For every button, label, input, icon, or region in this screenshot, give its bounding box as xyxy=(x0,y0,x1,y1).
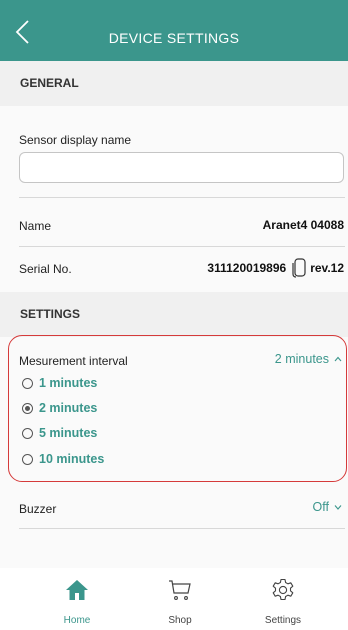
app-header: DEVICE SETTINGS xyxy=(0,0,348,61)
divider xyxy=(19,197,345,198)
copy-icon[interactable] xyxy=(292,258,306,278)
section-general-label: GENERAL xyxy=(20,76,79,90)
gear-icon xyxy=(272,578,294,601)
option-label: 10 minutes xyxy=(39,452,105,466)
serial-value: 311120019896 xyxy=(207,261,287,275)
nav-settings[interactable]: Settings xyxy=(243,568,323,630)
divider xyxy=(19,246,345,247)
chevron-down-icon xyxy=(334,505,342,510)
option-label: 5 minutes xyxy=(39,426,98,440)
name-value: Aranet4 04088 xyxy=(262,218,344,232)
section-settings: SETTINGS xyxy=(0,292,348,337)
display-name-label: Sensor display name xyxy=(19,133,132,147)
nav-settings-label: Settings xyxy=(264,615,302,626)
revision-value: rev.12 xyxy=(310,261,344,275)
serial-label: Serial No. xyxy=(19,262,72,276)
nav-home[interactable]: Home xyxy=(37,568,117,630)
interval-dropdown[interactable]: 2 minutes xyxy=(275,352,342,366)
interval-option-1[interactable]: 1 minutes xyxy=(22,375,97,391)
interval-option-5[interactable]: 5 minutes xyxy=(22,425,97,441)
section-settings-label: SETTINGS xyxy=(20,307,81,321)
divider xyxy=(19,528,345,529)
nav-shop-label: Shop xyxy=(168,615,192,626)
bottom-nav: Home Shop Settings xyxy=(0,568,348,630)
name-label: Name xyxy=(19,219,52,233)
interval-option-2[interactable]: 2 minutes xyxy=(22,400,97,416)
cart-icon xyxy=(169,580,191,600)
radio-icon[interactable] xyxy=(22,377,33,389)
chevron-up-icon xyxy=(334,356,342,362)
nav-home-label: Home xyxy=(63,615,91,626)
section-general: GENERAL xyxy=(0,61,348,106)
buzzer-dropdown[interactable]: Off xyxy=(313,500,342,514)
option-label: 2 minutes xyxy=(39,401,98,415)
serial-row: 311120019896 rev.12 xyxy=(207,258,344,278)
radio-selected-icon[interactable] xyxy=(22,402,33,414)
display-name-input[interactable] xyxy=(19,152,344,183)
nav-shop[interactable]: Shop xyxy=(140,568,220,630)
buzzer-value: Off xyxy=(312,500,329,514)
page-title: DEVICE SETTINGS xyxy=(108,30,240,46)
interval-option-10[interactable]: 10 minutes xyxy=(22,451,104,467)
interval-value: 2 minutes xyxy=(274,352,329,366)
radio-icon[interactable] xyxy=(22,453,33,465)
buzzer-label: Buzzer xyxy=(19,502,57,516)
interval-label: Mesurement interval xyxy=(19,354,128,368)
option-label: 1 minutes xyxy=(39,376,98,390)
radio-icon[interactable] xyxy=(22,427,33,439)
home-icon xyxy=(66,580,88,600)
